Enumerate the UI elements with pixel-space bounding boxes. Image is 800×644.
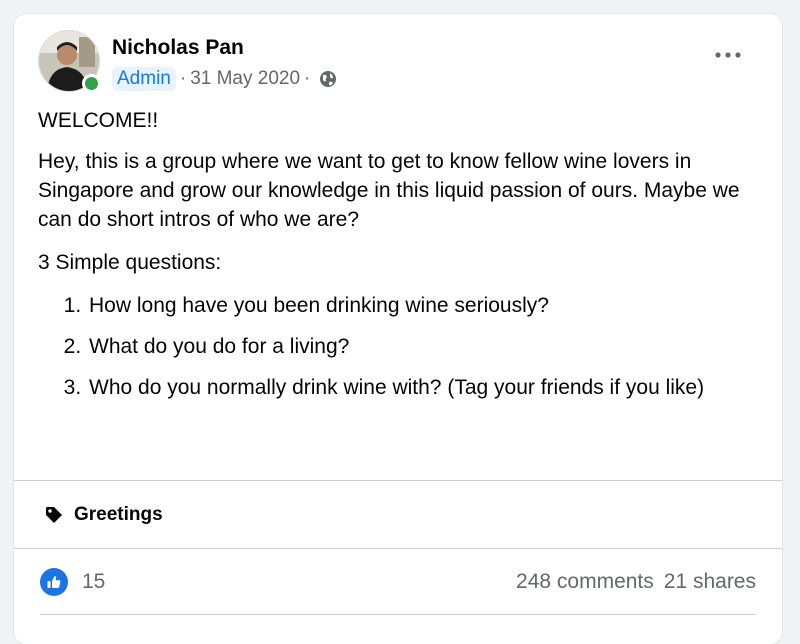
post-title-line: WELCOME!! [38, 109, 159, 132]
more-options-button[interactable] [710, 40, 746, 68]
post-date[interactable]: 31 May 2020 [190, 68, 300, 90]
author-avatar[interactable] [38, 30, 101, 93]
engagement-stats: 15 248 comments 21 shares [40, 566, 756, 598]
post-body: WELCOME!! Hey, this is a group where we … [38, 106, 758, 414]
tag-icon [44, 505, 64, 525]
meta-separator: · [179, 68, 187, 89]
question-item: Who do you normally drink wine with? (Ta… [87, 373, 758, 402]
admin-badge[interactable]: Admin [112, 67, 176, 91]
meta-separator: · [304, 68, 311, 89]
reactions-summary[interactable]: 15 [40, 568, 105, 596]
comment-share-counts: 248 comments 21 shares [516, 570, 756, 594]
section-divider [14, 480, 782, 481]
comments-count[interactable]: 248 comments [516, 570, 654, 594]
action-bar-divider [40, 614, 756, 615]
post-header: Nicholas Pan Admin · 31 May 2020 · [38, 30, 758, 96]
question-item: How long have you been drinking wine ser… [87, 291, 758, 320]
topic-label: Greetings [74, 504, 163, 525]
post-intro: Hey, this is a group where we want to ge… [38, 150, 740, 231]
questions-list: How long have you been drinking wine ser… [38, 291, 758, 402]
globe-icon [319, 70, 337, 88]
post-meta: Admin · 31 May 2020 · [112, 66, 337, 92]
more-options-icon [715, 45, 741, 63]
online-status-dot [82, 74, 101, 93]
like-icon [40, 568, 68, 596]
question-item: What do you do for a living? [87, 332, 758, 361]
shares-count[interactable]: 21 shares [664, 570, 756, 594]
section-divider [14, 548, 782, 549]
post-card: Nicholas Pan Admin · 31 May 2020 · WELCO… [14, 14, 782, 644]
author-name[interactable]: Nicholas Pan [112, 36, 244, 60]
reaction-count: 15 [82, 570, 106, 593]
questions-heading: 3 Simple questions: [38, 251, 222, 274]
topic-tag[interactable]: Greetings [44, 500, 163, 530]
